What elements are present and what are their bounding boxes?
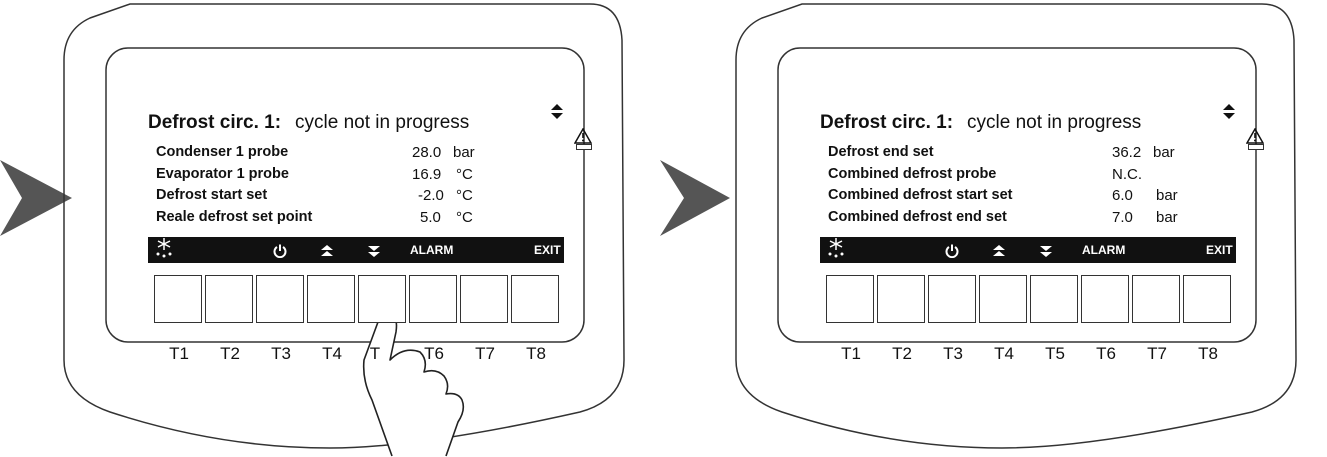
key-t7[interactable] [1132, 275, 1180, 323]
key-t4[interactable] [307, 275, 355, 323]
row-unit: bar [1153, 144, 1175, 161]
list-item: Combined defrost start set 6.0 bar [828, 185, 1228, 207]
navigation-arrow-middle [660, 160, 730, 236]
key-t5[interactable] [358, 275, 406, 323]
key-t8[interactable] [1183, 275, 1231, 323]
key-label-t2: T2 [220, 344, 240, 363]
row-label: Combined defrost start set [828, 187, 1013, 203]
key-label-t1: T1 [169, 344, 189, 363]
list-item: Evaporator 1 probe 16.9 °C [156, 164, 556, 186]
key-t6[interactable] [1081, 275, 1129, 323]
scroll-updown-icon [550, 104, 564, 123]
key-t1[interactable] [826, 275, 874, 323]
key-t3[interactable] [256, 275, 304, 323]
screen-title: Defrost circ. 1: cycle not in progress [148, 112, 469, 134]
page-up-icon [992, 237, 1006, 263]
softkey-bar: ALARM EXIT [820, 237, 1236, 263]
row-label: Evaporator 1 probe [156, 165, 289, 182]
alarm-softkey-label: ALARM [1082, 243, 1126, 257]
function-keys-row [826, 275, 1234, 325]
key-label-t5: T5 [1045, 344, 1065, 363]
value-list: Defrost end set 36.2 bar Combined defros… [828, 142, 1228, 228]
row-label: Combined defrost probe [828, 165, 997, 182]
alarm-led [576, 144, 592, 150]
list-item: Defrost end set 36.2 bar [828, 142, 1228, 164]
controller-panel-right: Defrost circ. 1: cycle not in progress De… [732, 0, 1327, 457]
exit-softkey-label: EXIT [534, 243, 561, 257]
defrost-icon [154, 237, 174, 263]
title-label: Defrost circ. 1: [148, 112, 282, 133]
key-label-t3: T3 [943, 344, 963, 363]
row-value: -2.0 [418, 187, 444, 204]
scroll-updown-icon [1222, 104, 1236, 123]
row-label: Defrost start set [156, 187, 268, 203]
alarm-softkey-label: ALARM [410, 243, 454, 257]
list-item: Combined defrost probe N.C. [828, 164, 1228, 186]
exit-softkey-label: EXIT [1206, 243, 1233, 257]
row-unit: °C [456, 208, 473, 226]
row-unit: °C [456, 187, 473, 204]
key-label-t1: T1 [841, 344, 861, 363]
key-t3[interactable] [928, 275, 976, 323]
defrost-icon [826, 237, 846, 263]
title-status: cycle not in progress [295, 112, 470, 133]
key-label-t3: T3 [271, 344, 291, 363]
key-t5[interactable] [1030, 275, 1078, 323]
row-value: 7.0 [1112, 208, 1133, 226]
value-list: Condenser 1 probe 28.0 bar Evaporator 1 … [156, 142, 556, 228]
row-value: 16.9 [412, 165, 442, 183]
list-item: Condenser 1 probe 28.0 bar [156, 142, 556, 164]
key-label-t6: T6 [1096, 344, 1116, 363]
title-label: Defrost circ. 1: [820, 112, 954, 133]
key-t1[interactable] [154, 275, 202, 323]
row-unit: bar [453, 144, 475, 161]
page-down-icon [367, 237, 381, 263]
row-value: N.C. [1112, 165, 1142, 183]
key-label-t6: T6 [424, 344, 444, 363]
page-down-icon [1039, 237, 1053, 263]
row-unit: bar [1156, 208, 1178, 226]
row-value: 28.0 [412, 144, 442, 161]
power-icon [273, 237, 287, 263]
key-label-t5: T [369, 344, 381, 363]
key-t2[interactable] [205, 275, 253, 323]
row-unit: bar [1156, 187, 1178, 204]
row-label: Condenser 1 probe [156, 144, 289, 160]
row-label: Reale defrost set point [156, 208, 313, 225]
row-value: 36.2 [1112, 144, 1142, 161]
title-status: cycle not in progress [967, 112, 1142, 133]
lcd-screen-left: Defrost circ. 1: cycle not in progress Co… [148, 104, 564, 264]
key-label-t8: T8 [526, 344, 546, 363]
lcd-screen-right: Defrost circ. 1: cycle not in progress De… [820, 104, 1236, 264]
key-label-t7: T7 [475, 344, 495, 363]
power-icon [945, 237, 959, 263]
list-item: Reale defrost set point 5.0 °C [156, 207, 556, 229]
row-value: 5.0 [420, 208, 441, 226]
controller-panel-left: Defrost circ. 1: cycle not in progress Co… [60, 0, 660, 457]
function-keys-row [154, 275, 562, 325]
key-label-t2: T2 [892, 344, 912, 363]
row-label: Combined defrost end set [828, 208, 1007, 225]
key-t7[interactable] [460, 275, 508, 323]
row-label: Defrost end set [828, 144, 934, 160]
key-label-t4: T4 [994, 344, 1014, 363]
row-unit: °C [456, 165, 473, 183]
key-t8[interactable] [511, 275, 559, 323]
key-label-t8: T8 [1198, 344, 1218, 363]
page-up-icon [320, 237, 334, 263]
key-t4[interactable] [979, 275, 1027, 323]
key-label-t7: T7 [1147, 344, 1167, 363]
list-item: Combined defrost end set 7.0 bar [828, 207, 1228, 229]
key-t6[interactable] [409, 275, 457, 323]
row-value: 6.0 [1112, 187, 1133, 204]
softkey-bar: ALARM EXIT [148, 237, 564, 263]
alarm-led [1248, 144, 1264, 150]
screen-title: Defrost circ. 1: cycle not in progress [820, 112, 1141, 134]
key-t2[interactable] [877, 275, 925, 323]
list-item: Defrost start set -2.0 °C [156, 185, 556, 207]
